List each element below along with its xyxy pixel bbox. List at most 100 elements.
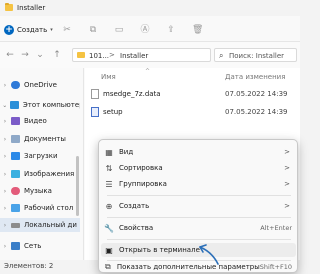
chevron-right-icon[interactable]: ›: [0, 205, 10, 212]
menu-item-open-in-terminal[interactable]: ▣ Открыть в терминале: [101, 243, 296, 257]
sidebar-item-downloads[interactable]: › Загрузки: [0, 149, 80, 163]
cloud-icon: [11, 81, 20, 89]
network-icon: [11, 242, 20, 250]
command-bar: + Создать ▾ ✂ ⧉ ▭ Ⓐ ⇪ 🗑: [0, 16, 300, 42]
sort-chevron-icon: ^: [145, 68, 151, 75]
back-icon[interactable]: ←: [5, 49, 15, 61]
sidebar-item-pictures[interactable]: › Изображения: [0, 167, 80, 181]
file-row[interactable]: msedge_7z.data 07.05.2022 14:39: [85, 86, 300, 102]
menu-item-label: Сортировка: [119, 164, 163, 172]
delete-icon[interactable]: 🗑: [192, 25, 203, 35]
navigation-pane: › OneDrive ⌄ Этот компьютер › Видео › До…: [0, 68, 84, 260]
menu-item-properties[interactable]: 🔧 Свойства Alt+Enter: [101, 221, 296, 235]
menu-separator: [107, 195, 291, 196]
chevron-right-icon[interactable]: ›: [0, 118, 10, 125]
menu-item-group[interactable]: ☰ Группировка >: [101, 177, 296, 191]
sidebar-item-label: Рабочий стол: [24, 204, 74, 212]
breadcrumb-separator: >: [109, 51, 115, 59]
plus-icon: +: [4, 25, 14, 35]
sidebar-item-desktop[interactable]: › Рабочий стол: [0, 201, 80, 215]
chevron-down-icon: ▾: [50, 27, 53, 33]
sidebar-item-label: Изображения: [24, 170, 75, 178]
menu-item-shortcut: Shift+F10: [259, 263, 292, 271]
menu-separator: [107, 217, 291, 218]
menu-item-sort[interactable]: ⇅ Сортировка >: [101, 161, 296, 175]
sidebar-item-this-pc[interactable]: ⌄ Этот компьютер: [0, 98, 80, 112]
new-button[interactable]: + Создать ▾: [4, 24, 53, 36]
file-name: msedge_7z.data: [103, 90, 161, 98]
sidebar-item-label: Видео: [24, 117, 47, 125]
search-placeholder: Поиск: Installer: [229, 52, 285, 60]
video-icon: [11, 117, 20, 125]
chevron-right-icon[interactable]: ›: [0, 82, 10, 89]
up-icon[interactable]: ↑: [52, 49, 62, 61]
title-bar: Installer: [0, 0, 300, 16]
new-icon: ⊕: [105, 201, 113, 211]
setup-icon: [91, 107, 99, 117]
chevron-right-icon: >: [284, 164, 290, 172]
sidebar-item-network[interactable]: › Сеть: [0, 239, 80, 253]
folder-icon: [77, 52, 85, 58]
explorer-window: Installer + Создать ▾ ✂ ⧉ ▭ Ⓐ ⇪ 🗑 ← → ⌄ …: [0, 0, 300, 274]
menu-item-label: Вид: [119, 148, 134, 156]
download-icon: [11, 152, 20, 160]
terminal-icon: ▣: [105, 245, 113, 255]
column-header-name[interactable]: Имя: [101, 73, 116, 81]
share-icon[interactable]: ⇪: [166, 25, 176, 35]
menu-item-new[interactable]: ⊕ Создать >: [101, 199, 296, 213]
chevron-right-icon: >: [284, 148, 290, 156]
search-input[interactable]: ⌕ Поиск: Installer: [214, 48, 297, 62]
chevron-right-icon[interactable]: ›: [0, 136, 10, 143]
sidebar-item-local-disk[interactable]: › Локальный ди: [0, 218, 80, 232]
sidebar-item-label: Документы: [24, 135, 66, 143]
sidebar-item-music[interactable]: › Музыка: [0, 184, 80, 198]
column-header-date[interactable]: Дата изменения: [225, 73, 285, 81]
copy-icon[interactable]: ⧉: [88, 25, 98, 35]
menu-item-label: Группировка: [119, 180, 167, 188]
desktop-icon: [11, 204, 20, 212]
breadcrumb-item[interactable]: 101...: [89, 52, 109, 60]
file-icon: [91, 89, 99, 99]
sidebar-item-label: Сеть: [24, 242, 42, 250]
menu-item-label: Открыть в терминале: [119, 246, 200, 254]
rename-icon[interactable]: Ⓐ: [140, 25, 150, 35]
context-menu: ▦ Вид > ⇅ Сортировка > ☰ Группировка > ⊕…: [98, 139, 298, 273]
recent-chevron-icon[interactable]: ⌄: [35, 49, 45, 61]
group-icon: ☰: [105, 179, 113, 189]
menu-item-more-options[interactable]: ⧉ Показать дополнительные параметры Shif…: [101, 261, 296, 273]
sidebar-item-label: Загрузки: [24, 152, 58, 160]
chevron-right-icon[interactable]: ›: [0, 222, 10, 229]
image-icon: [11, 170, 20, 178]
sidebar-item-onedrive[interactable]: › OneDrive: [0, 78, 80, 92]
file-row[interactable]: setup 07.05.2022 14:39: [85, 104, 300, 120]
chevron-right-icon[interactable]: ›: [0, 171, 10, 178]
cut-icon[interactable]: ✂: [62, 25, 72, 35]
chevron-right-icon: >: [284, 202, 290, 210]
chevron-right-icon[interactable]: ›: [0, 153, 10, 160]
file-date: 07.05.2022 14:39: [225, 90, 288, 98]
properties-icon: 🔧: [104, 223, 114, 233]
sidebar-scrollbar[interactable]: [76, 156, 79, 216]
chevron-right-icon[interactable]: ›: [0, 243, 10, 250]
sidebar-item-videos[interactable]: › Видео: [0, 114, 80, 128]
search-icon: ⌕: [219, 51, 224, 60]
forward-icon[interactable]: →: [20, 49, 30, 61]
sidebar-item-label: Локальный ди: [24, 221, 77, 229]
chevron-right-icon: >: [284, 180, 290, 188]
sidebar-item-documents[interactable]: › Документы: [0, 132, 80, 146]
breadcrumb[interactable]: 101... > Installer: [72, 48, 211, 62]
window-title: Installer: [17, 4, 46, 12]
menu-item-label: Свойства: [119, 224, 154, 232]
more-options-icon: ⧉: [105, 262, 111, 271]
menu-item-view[interactable]: ▦ Вид >: [101, 145, 296, 159]
sidebar-item-label: Этот компьютер: [22, 101, 81, 109]
breadcrumb-item[interactable]: Installer: [120, 52, 148, 60]
paste-icon[interactable]: ▭: [114, 25, 124, 35]
chevron-right-icon[interactable]: ›: [0, 188, 10, 195]
new-button-label: Создать: [17, 26, 48, 34]
menu-item-label: Показать дополнительные параметры: [116, 263, 260, 271]
drive-icon: [11, 222, 20, 228]
music-icon: [11, 187, 20, 195]
file-name: setup: [103, 108, 123, 116]
chevron-down-icon[interactable]: ⌄: [0, 102, 9, 109]
